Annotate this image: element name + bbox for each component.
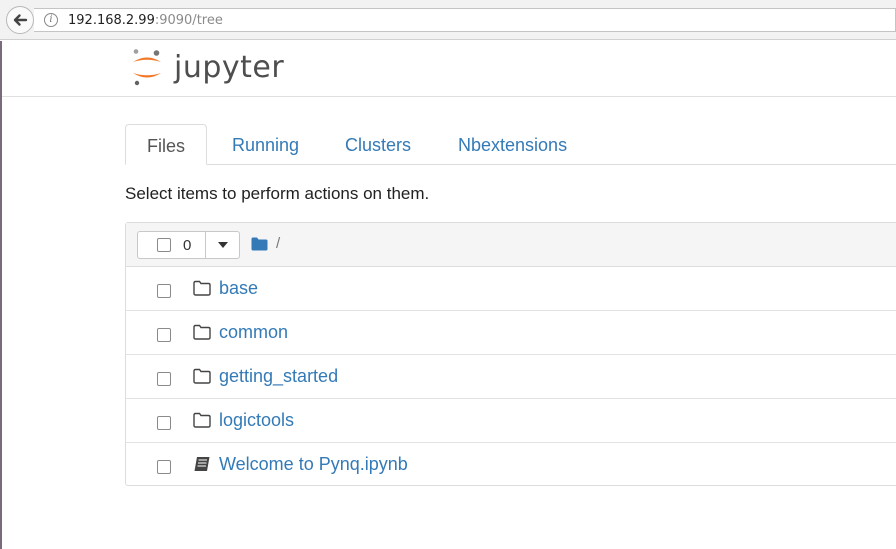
browser-toolbar: i 192.168.2.99:9090/tree — [0, 0, 896, 40]
item-checkbox[interactable] — [157, 372, 171, 386]
breadcrumb-root[interactable]: / — [276, 235, 280, 252]
item-checkbox[interactable] — [157, 460, 171, 474]
list-item: base — [126, 267, 896, 311]
item-link[interactable]: getting_started — [219, 366, 338, 387]
arrow-left-icon — [13, 14, 28, 26]
item-link[interactable]: common — [219, 322, 288, 343]
item-link[interactable]: logictools — [219, 410, 294, 431]
select-all-button[interactable]: 0 — [138, 232, 206, 258]
window-edge — [0, 41, 2, 549]
item-link[interactable]: base — [219, 278, 258, 299]
select-dropdown-button[interactable] — [206, 232, 239, 258]
list-item: common — [126, 311, 896, 355]
back-button[interactable] — [6, 6, 34, 34]
folder-icon — [193, 280, 211, 296]
select-all-checkbox[interactable] — [157, 238, 171, 252]
jupyter-logo-icon — [133, 49, 161, 86]
url-text: 192.168.2.99:9090/tree — [68, 12, 223, 28]
item-checkbox[interactable] — [157, 416, 171, 430]
selected-count: 0 — [183, 236, 192, 254]
folder-icon — [193, 412, 211, 428]
notebook-icon — [194, 457, 210, 471]
jupyter-header: jupyter — [2, 41, 896, 97]
info-icon[interactable]: i — [44, 13, 58, 27]
list-item: logictools — [126, 399, 896, 443]
item-link[interactable]: Welcome to Pynq.ipynb — [219, 454, 408, 475]
folder-icon — [193, 368, 211, 384]
breadcrumb: / — [251, 235, 280, 252]
tab-bar: Files Running Clusters Nbextensions — [125, 124, 896, 165]
folder-icon — [193, 324, 211, 340]
tab-clusters[interactable]: Clusters — [345, 124, 411, 165]
tab-files[interactable]: Files — [125, 124, 207, 165]
file-list-header: 0 / — [126, 223, 896, 267]
list-item: Welcome to Pynq.ipynb — [126, 443, 896, 487]
item-checkbox[interactable] — [157, 284, 171, 298]
list-item: getting_started — [126, 355, 896, 399]
caret-down-icon — [217, 242, 228, 248]
folder-filled-icon[interactable] — [251, 237, 268, 251]
jupyter-logo-text: jupyter — [174, 49, 285, 85]
select-all-group: 0 — [137, 231, 240, 259]
item-checkbox[interactable] — [157, 328, 171, 342]
address-bar[interactable]: i 192.168.2.99:9090/tree — [34, 8, 896, 32]
tab-running[interactable]: Running — [232, 124, 299, 165]
jupyter-logo[interactable]: jupyter — [130, 48, 284, 86]
tab-nbextensions[interactable]: Nbextensions — [458, 124, 567, 165]
instruction-text: Select items to perform actions on them. — [125, 184, 430, 203]
file-list-panel: 0 / base common getting_started logictoo… — [125, 222, 896, 486]
